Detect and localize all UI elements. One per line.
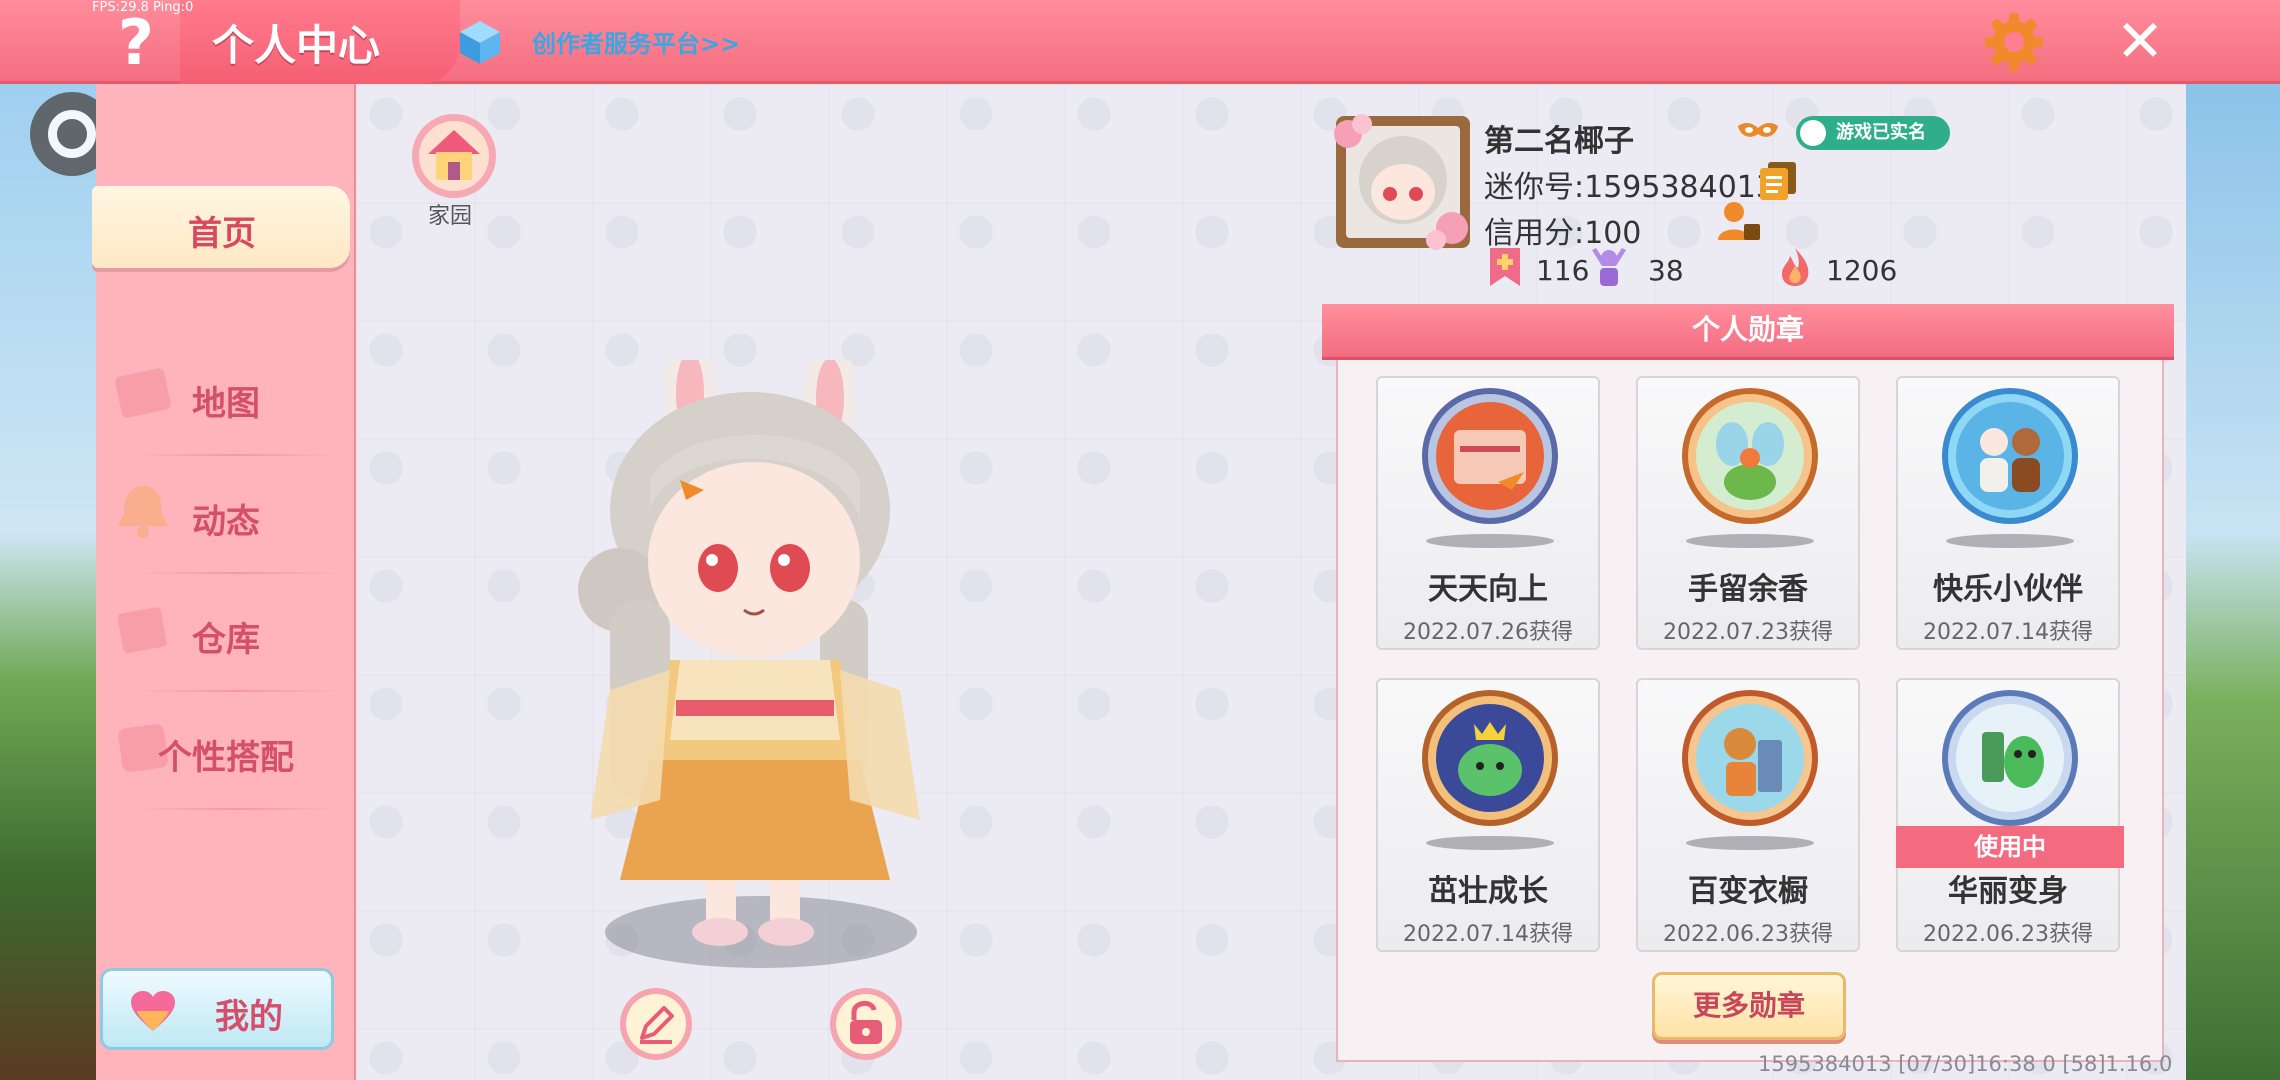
badge-card[interactable]: 快乐小伙伴 2022.07.14获得 [1896, 376, 2120, 650]
badge-card[interactable]: 手留余香 2022.07.23获得 [1636, 376, 1860, 650]
badge-name: 天天向上 [1428, 572, 1548, 607]
top-bar: FPS:29.8 Ping:0 ? 个人中心 创作者服务平台>> ✕ [0, 0, 2280, 84]
realname-verified-badge: 游戏已实名 [1796, 116, 1950, 150]
medal-icon [1682, 690, 1818, 826]
medal-icon [1422, 388, 1558, 524]
heart-icon [131, 991, 175, 1031]
bookmark-plus-icon [1490, 248, 1520, 286]
verified-user-icon [1800, 120, 1826, 146]
badge-name: 华丽变身 [1948, 874, 2068, 909]
divider [136, 808, 338, 810]
badge-date: 2022.06.23获得 [1923, 922, 2093, 947]
medal-shadow [1686, 534, 1814, 548]
nickname: 第二名椰子 [1484, 124, 1634, 159]
creator-platform-link[interactable]: 创作者服务平台>> [532, 24, 740, 59]
profile-avatar[interactable] [1328, 110, 1476, 254]
badge-date: 2022.06.23获得 [1663, 922, 1833, 947]
badge-name: 手留余香 [1688, 572, 1808, 607]
sidebar-item-storage[interactable]: 仓库 [96, 574, 356, 692]
user-card-icon[interactable] [1716, 198, 1762, 244]
badge-name: 快乐小伙伴 [1933, 572, 2083, 607]
footer-version-info: 1595384013 [07/30]16:38 0 [58]1.16.0 [1758, 1052, 2173, 1076]
unlock-icon[interactable] [828, 986, 904, 1062]
home-icon[interactable] [410, 112, 498, 200]
sidebar-item-feed[interactable]: 动态 [96, 456, 356, 574]
medal-shadow [1686, 836, 1814, 850]
stat-popularity-value: 1206 [1826, 254, 1898, 287]
medal-icon [1942, 388, 2078, 524]
badge-card[interactable]: 百变衣橱 2022.06.23获得 [1636, 678, 1860, 952]
page-title: 个人中心 [212, 21, 381, 70]
medal-shadow [1426, 534, 1554, 548]
badge-date: 2022.07.26获得 [1403, 620, 1573, 645]
medal-shadow [1946, 534, 2074, 548]
sidebar-item-label: 动态 [192, 502, 260, 542]
sidebar-item-outfit[interactable]: 个性搭配 [96, 692, 356, 810]
background-scenery-right [2186, 84, 2280, 1080]
cube-icon[interactable] [456, 18, 504, 66]
badge-panel-title: 个人勋章 [1322, 304, 2174, 360]
stat-bookmarks-value: 116 [1536, 254, 1590, 287]
medal-shadow [1426, 836, 1554, 850]
realname-badge-label: 游戏已实名 [1836, 122, 1926, 143]
in-use-label: 使用中 [1896, 826, 2124, 868]
medal-icon [1682, 388, 1818, 524]
sidebar-item-map[interactable]: 地图 [96, 338, 356, 456]
badge-card[interactable]: 茁壮成长 2022.07.14获得 [1376, 678, 1600, 952]
avatar-character[interactable] [500, 360, 940, 960]
background-scenery-left [0, 84, 96, 1080]
badge-card[interactable]: 天天向上 2022.07.26获得 [1376, 376, 1600, 650]
badge-name: 茁壮成长 [1428, 874, 1548, 909]
my-button-label: 我的 [215, 997, 283, 1037]
close-button[interactable]: ✕ [2112, 10, 2168, 72]
badge-date: 2022.07.14获得 [1403, 922, 1573, 947]
edit-pencil-icon[interactable] [618, 986, 694, 1062]
sidebar-item-label: 首页 [188, 214, 256, 254]
stat-cheer-value: 38 [1648, 254, 1684, 287]
sidebar-nav: 首页 地图 动态 仓库 个性搭配 [92, 84, 356, 1080]
medal-icon [1942, 690, 2078, 826]
sidebar-item-label: 仓库 [192, 620, 260, 660]
badge-date: 2022.07.23获得 [1663, 620, 1833, 645]
badge-card[interactable]: 使用中 华丽变身 2022.06.23获得 [1896, 678, 2124, 952]
medal-icon [1422, 690, 1558, 826]
badge-name: 百变衣橱 [1688, 874, 1808, 909]
sidebar-item-label: 个性搭配 [158, 738, 294, 778]
sidebar-item-home[interactable]: 首页 [92, 186, 350, 268]
flame-icon [1782, 248, 1809, 286]
mask-icon[interactable] [1736, 120, 1780, 142]
help-button[interactable]: ? [108, 8, 164, 78]
home-label: 家园 [428, 204, 473, 229]
badge-date: 2022.07.14获得 [1923, 620, 2093, 645]
copy-icon[interactable] [1758, 160, 1798, 202]
cheer-icon [1592, 248, 1626, 286]
sidebar-item-label: 地图 [192, 384, 260, 424]
my-button[interactable]: 我的 [100, 968, 334, 1050]
settings-gear-icon[interactable] [1982, 8, 2046, 76]
more-badges-button[interactable]: 更多勋章 [1652, 972, 1846, 1040]
